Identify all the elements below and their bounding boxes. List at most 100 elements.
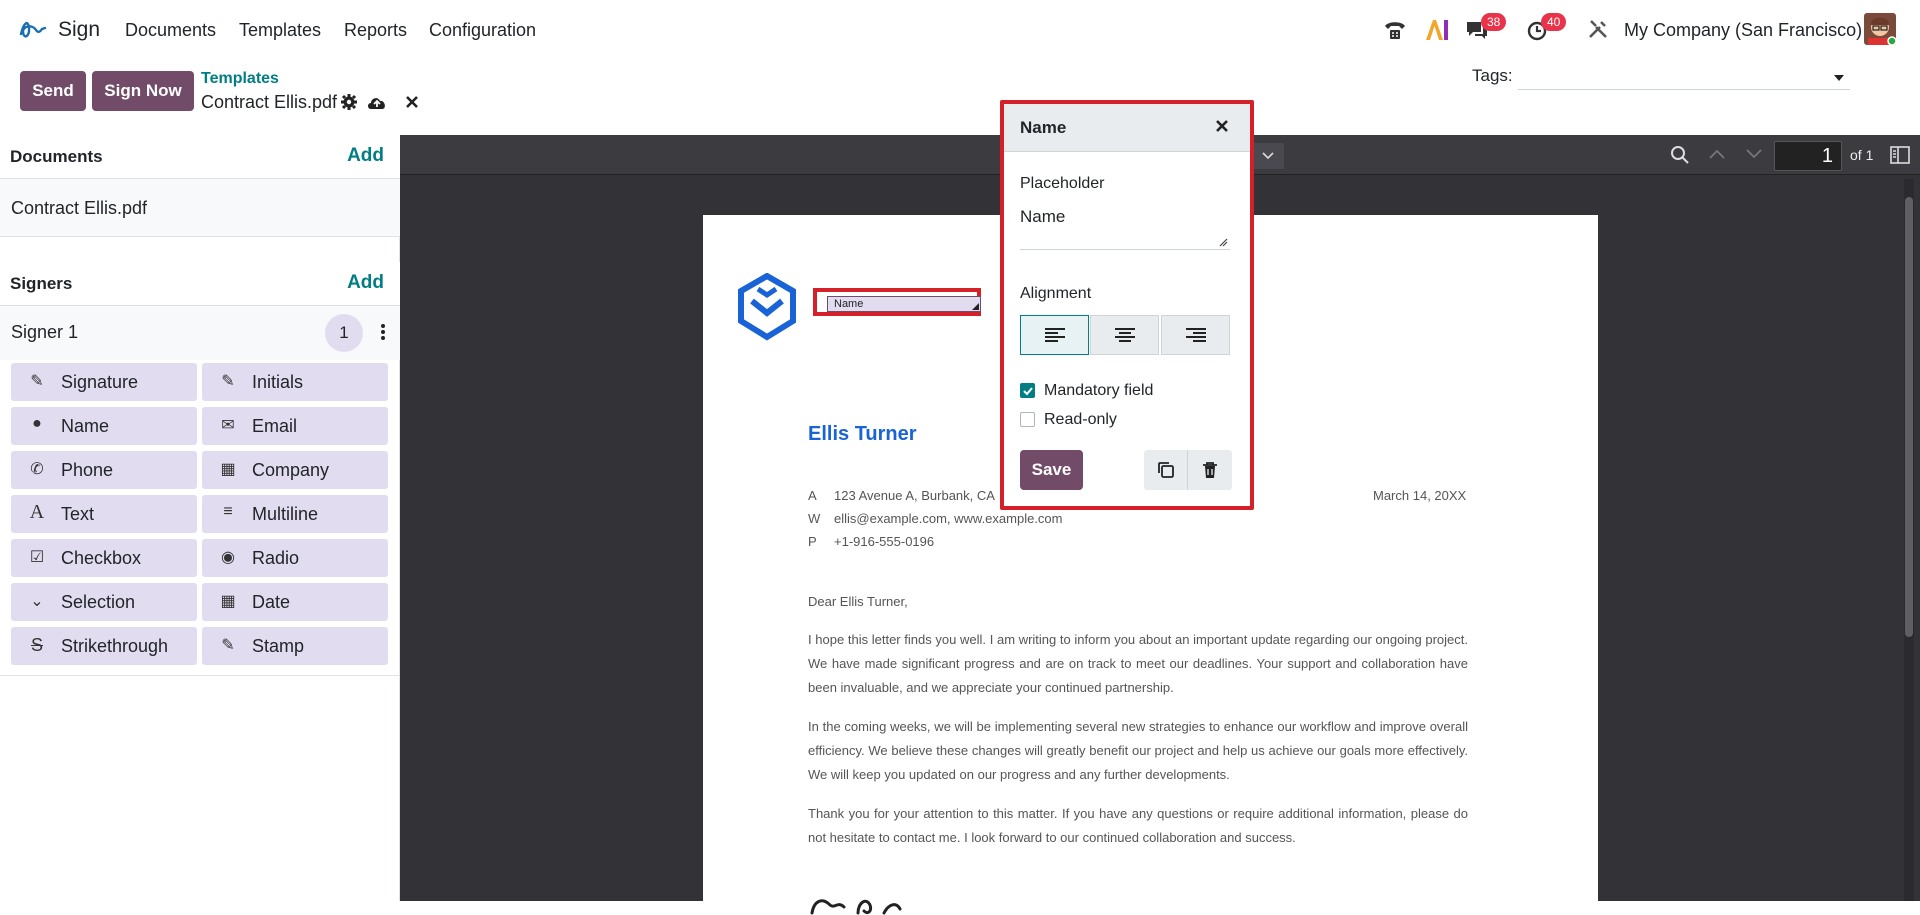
field-button-phone[interactable]: ✆ Phone [11,451,197,489]
document-logo-icon [738,273,796,341]
sign-now-button[interactable]: Sign Now [92,71,194,111]
field-button-name[interactable]: ● Name [11,407,197,445]
send-button[interactable]: Send [20,71,86,111]
field-button-label: Checkbox [61,548,142,568]
search-icon[interactable] [1670,145,1690,165]
tags-select[interactable] [1518,66,1850,90]
name-field-highlight[interactable]: Name [813,288,981,316]
field-button-checkbox[interactable]: ☑ Checkbox [11,539,197,577]
app-name[interactable]: Sign [58,18,100,42]
radio-icon: ◉ [221,549,235,566]
letter-date: March 14, 20XX [1373,488,1467,503]
cloud-upload-icon[interactable] [366,93,388,111]
field-button-initials[interactable]: ✎ Initials [202,363,388,401]
document-list-item[interactable]: Contract Ellis.pdf [0,179,400,237]
phone-label: P [808,534,817,549]
chevron-down-icon [1262,152,1274,160]
paragraph-1: I hope this letter finds you well. I am … [808,632,1468,695]
close-icon[interactable] [1215,119,1229,133]
field-properties-popover: Name Placeholder Name Alignment Mandator… [1000,100,1254,510]
signers-title: Signers [10,274,73,293]
field-button-radio[interactable]: ◉ Radio [202,539,388,577]
zoom-select[interactable] [1250,143,1284,169]
sender-name: Ellis Turner [808,423,917,445]
phone-text: +1-916-555-0196 [834,534,935,549]
field-button-text[interactable]: A Text [11,495,197,533]
field-button-email[interactable]: ✉ Email [202,407,388,445]
activities-count-badge: 40 [1541,13,1567,31]
field-button-signature[interactable]: ✎ Signature [11,363,197,401]
resize-handle-icon[interactable] [972,303,979,310]
scrollbar[interactable] [1904,179,1914,901]
company-switcher[interactable]: My Company (San Francisco) [1624,20,1862,41]
previous-page-icon[interactable] [1708,148,1726,160]
signature-icon: ✎ [30,373,44,390]
duplicate-button[interactable] [1144,450,1188,490]
user-icon: ● [32,415,42,432]
delete-button[interactable] [1188,450,1232,490]
chevron-down-icon: ⌄ [30,593,44,610]
readonly-label[interactable]: Read-only [1044,411,1117,429]
field-button-date[interactable]: ▦ Date [202,583,388,621]
next-page-icon[interactable] [1745,148,1763,160]
field-button-label: Initials [252,372,304,392]
breadcrumb-current: Contract Ellis.pdf [201,92,338,112]
signer-count-badge: 1 [325,314,363,352]
mandatory-label[interactable]: Mandatory field [1044,382,1153,400]
building-icon: ▦ [220,461,236,478]
scrollbar-thumb[interactable] [1905,197,1913,637]
align-center-icon [1115,328,1135,342]
field-button-label: Company [252,460,330,480]
close-icon[interactable] [405,95,419,109]
ai-icon[interactable] [1424,18,1450,42]
field-button-label: Strikethrough [61,636,169,656]
field-button-strikethrough[interactable]: S Strikethrough [11,627,197,665]
tools-icon[interactable] [1587,18,1609,40]
menu-reports[interactable]: Reports [344,20,407,41]
align-left-icon [1045,328,1065,342]
trash-icon [1203,462,1217,478]
checkbox-icon: ☑ [29,549,45,566]
signer-row[interactable]: Signer 1 1 [0,306,400,360]
add-signer-link[interactable]: Add [347,272,384,294]
align-center-button[interactable] [1090,315,1159,355]
kebab-menu-icon[interactable] [380,322,386,342]
signers-section-header: Signers Add [0,262,400,306]
messages-count-badge: 38 [1481,13,1507,31]
align-right-icon [1186,328,1206,342]
menu-templates[interactable]: Templates [239,20,321,41]
readonly-checkbox[interactable] [1020,412,1035,427]
align-left-button[interactable] [1020,315,1089,355]
alignment-buttons [1020,315,1231,355]
align-right-button[interactable] [1161,315,1230,355]
address-text: 123 Avenue A, Burbank, CA [834,488,995,503]
address-label: A [808,488,817,503]
field-button-company[interactable]: ▦ Company [202,451,388,489]
signature-image [810,899,902,915]
field-button-multiline[interactable]: ≡ Multiline [202,495,388,533]
name-field[interactable]: Name [827,296,981,312]
name-field-label: Name [834,298,864,310]
gear-icon[interactable] [340,93,358,111]
page-number-input[interactable]: 1 [1774,141,1842,171]
sign-app-logo-icon[interactable] [18,14,48,44]
field-button-selection[interactable]: ⌄ Selection [11,583,197,621]
field-button-stamp[interactable]: ✎ Stamp [202,627,388,665]
paragraph-3: Thank you for your attention to this mat… [808,806,1468,845]
add-document-link[interactable]: Add [347,145,384,167]
menu-documents[interactable]: Documents [125,20,216,41]
breadcrumb-templates[interactable]: Templates [201,70,279,88]
field-button-label: Radio [252,548,300,568]
salutation: Dear Ellis Turner, [808,594,908,609]
textarea-resize-icon[interactable] [1219,238,1228,247]
divider [0,675,400,676]
placeholder-label: Placeholder [1020,175,1105,192]
user-avatar[interactable] [1864,13,1896,45]
placeholder-textarea[interactable]: Name [1020,202,1230,250]
sidebar-toggle-icon[interactable] [1890,146,1910,164]
phone-icon[interactable] [1382,18,1408,42]
save-button[interactable]: Save [1020,450,1083,490]
menu-configuration[interactable]: Configuration [429,20,536,41]
mandatory-checkbox[interactable] [1020,383,1035,398]
sidebar: Documents Add Contract Ellis.pdf Signers… [0,135,400,901]
